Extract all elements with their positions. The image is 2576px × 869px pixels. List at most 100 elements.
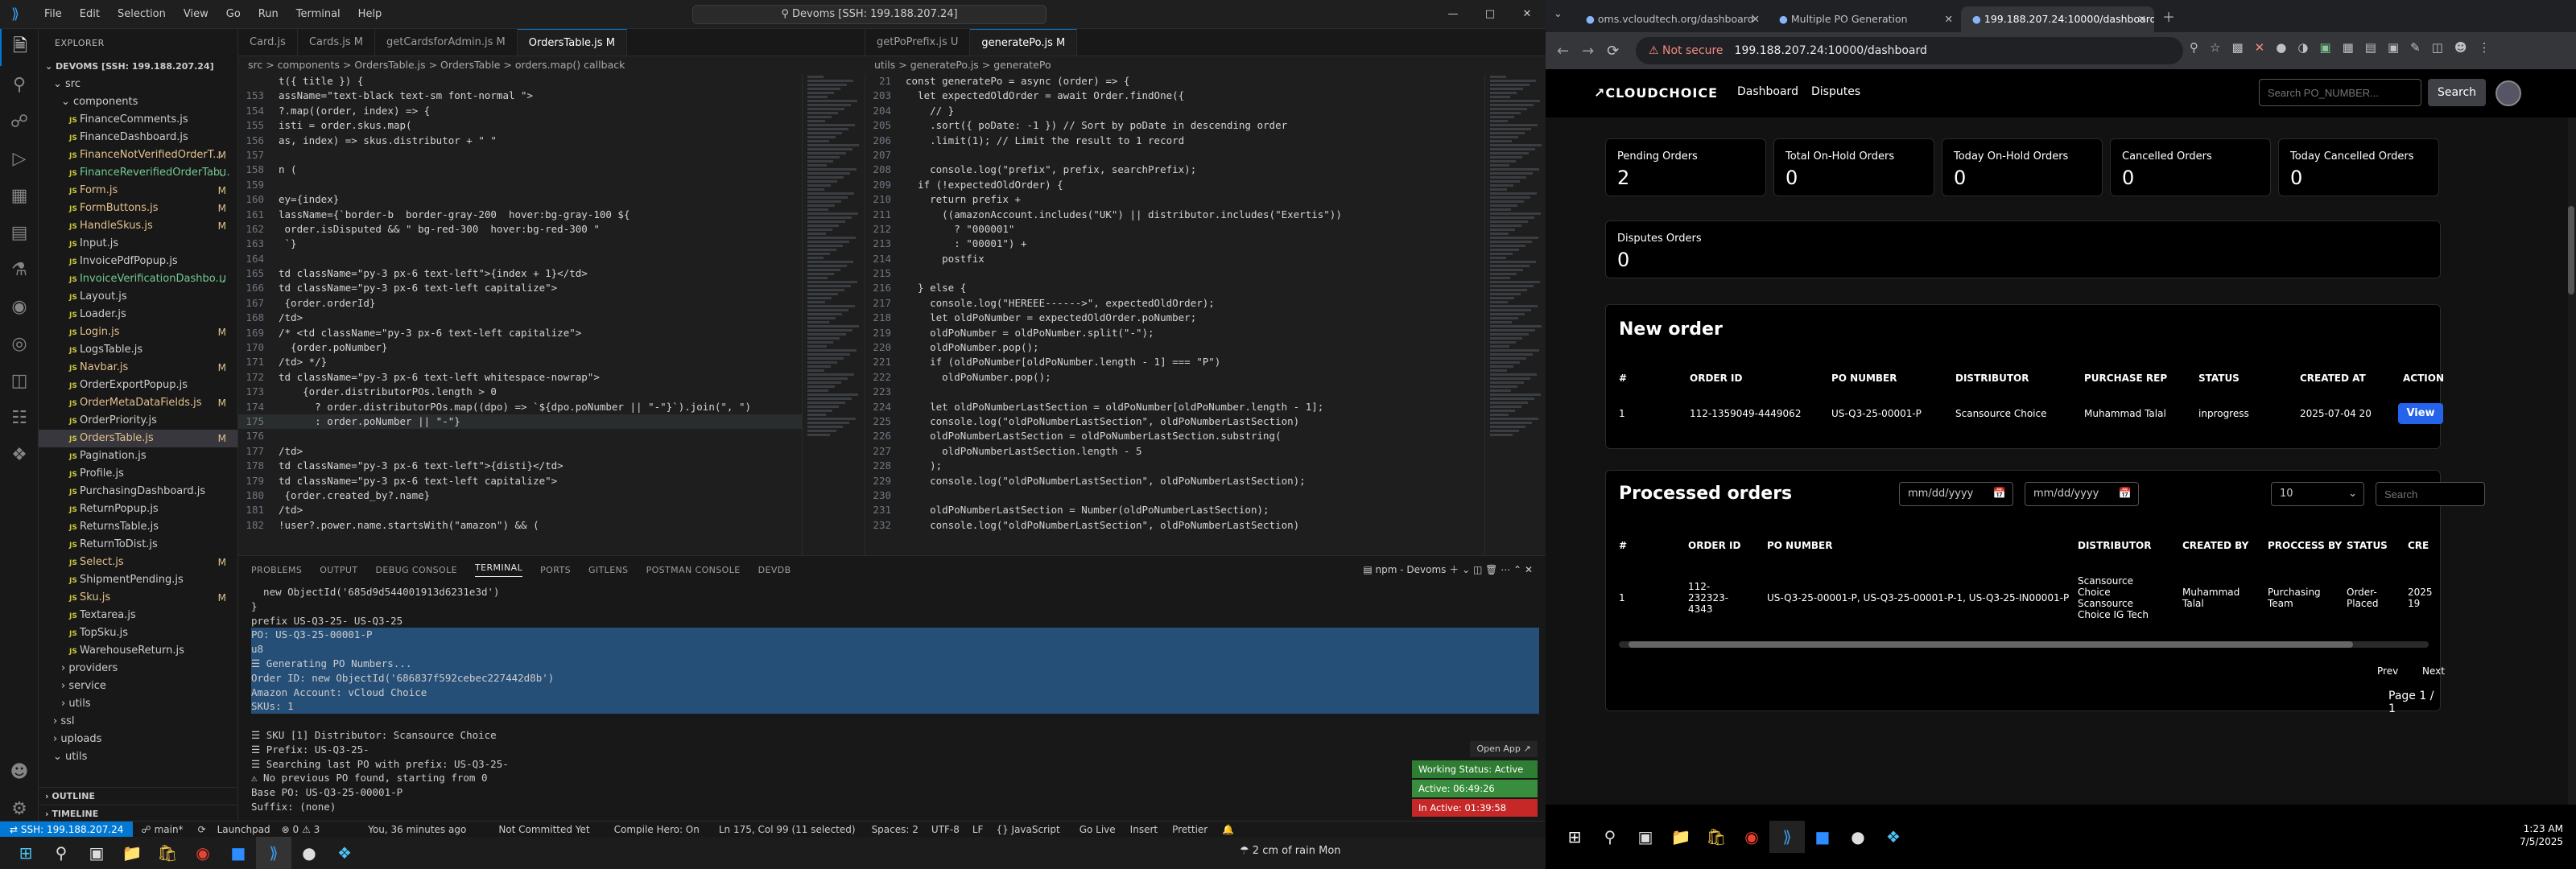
store-icon[interactable]: 🛍 [150,837,185,869]
tree-item[interactable]: JS FinanceReverifiedOrderTab... U [39,164,237,182]
right-code-editor[interactable]: 21 const generatePo = async (order) => {2… [865,74,1484,555]
app-icon[interactable]: ● [1840,821,1876,853]
cursor-position[interactable]: Ln 175, Col 99 (11 selected) [719,824,856,835]
left-minimap[interactable] [802,74,865,555]
tree-item[interactable]: JS ReturnPopup.js [39,500,237,518]
search-button[interactable]: Search [2428,79,2486,106]
reload-icon[interactable]: ⟳ [1607,43,1619,60]
more-icon[interactable]: ⋯ [1501,564,1510,575]
next-button[interactable]: Next [2422,665,2445,677]
right-minimap[interactable] [1484,74,1546,555]
editor-tab[interactable]: Card.js [238,29,298,56]
branch-indicator[interactable]: main* [155,824,184,835]
source-control-icon[interactable]: ☍ [0,103,39,140]
open-app-button[interactable]: Open App ↗ [1470,741,1538,757]
tree-item[interactable]: › providers [39,660,237,677]
left-breadcrumb[interactable]: src > components > OrdersTable.js > Orde… [238,56,802,74]
tree-item[interactable]: JS ReturnsTable.js [39,518,237,536]
split-icon[interactable]: ◫ [1473,564,1482,575]
postman-icon[interactable]: ◎ [0,325,39,362]
terminal-output[interactable]: new ObjectId('685d9d544001913d6231e3d')}… [251,585,1539,814]
new-tab-icon[interactable]: ＋ [2162,6,2175,26]
page-scrollbar-thumb[interactable] [2568,206,2574,294]
tree-item[interactable]: JS OrderPriority.js [39,412,237,430]
extensions-icon[interactable]: ▦ [0,177,39,214]
tree-item[interactable]: › service [39,677,237,695]
gitlens-icon[interactable]: ◉ [0,288,39,325]
workspace-root[interactable]: ⌄ DEVOMS [SSH: 199.188.207.24] [39,58,237,76]
browser-tab[interactable]: ● oms.vcloudtech.org/dashboard ✕ [1575,6,1768,32]
stat-card[interactable]: Total On-Hold Orders 0 [1773,138,1934,196]
zoom-icon[interactable]: ⚲ [2190,40,2198,55]
menu-item-selection[interactable]: Selection [109,8,175,20]
insert-mode[interactable]: Insert [1130,824,1158,835]
nav-disputes[interactable]: Disputes [1811,85,1860,98]
docker-icon[interactable]: ☷ [0,399,39,436]
tree-item[interactable]: › utils [39,695,237,713]
file-explorer-icon[interactable]: 📁 [1663,821,1699,853]
remote-indicator[interactable]: ⇄ SSH: 199.188.207.24 [0,821,134,837]
panel-tab-gitlens[interactable]: GITLENS [588,565,629,575]
account-icon[interactable]: ☻ [0,753,39,790]
bookmark-star-icon[interactable]: ☆ [2210,40,2220,55]
tree-item[interactable]: JS Sku.js M [39,589,237,607]
right-breadcrumb[interactable]: utils > generatePo.js > generatePo [865,56,1492,74]
extension6-icon[interactable]: ▦ [2343,40,2354,55]
tree-item[interactable]: JS InvoicePdfPopup.js [39,253,237,270]
prettier[interactable]: Prettier [1172,824,1208,835]
outline-section[interactable]: › OUTLINE [39,787,237,805]
extension1-icon[interactable]: ▩ [2231,40,2243,55]
end-date-input[interactable]: mm/dd/yyyy 📅 [2025,482,2139,506]
back-icon[interactable]: ← [1557,43,1569,60]
po-search-input[interactable] [2259,79,2421,106]
vscode-taskbar-icon[interactable]: ⟫ [256,837,291,869]
tree-item[interactable]: JS OrderMetaDataFields.js M [39,394,237,412]
go-live[interactable]: Go Live [1080,824,1116,835]
search-icon[interactable]: ⚲ [0,66,39,103]
menu-item-terminal[interactable]: Terminal [287,8,349,20]
clock[interactable]: 1:23 AM 7/5/2025 [2520,822,2563,848]
extension3-icon[interactable]: ● [2276,40,2286,55]
tree-item[interactable]: JS InvoiceVerificationDashbo... U [39,270,237,288]
tab-search-icon[interactable]: ⌄ [1554,8,1563,20]
extension8-icon[interactable]: ▣ [2388,40,2399,55]
per-page-select[interactable]: 10 ⌄ [2271,482,2364,506]
stat-card[interactable]: Today Cancelled Orders 0 [2278,138,2439,196]
close-icon[interactable]: ✕ [1509,0,1546,29]
search-icon[interactable]: ⚲ [1592,821,1628,853]
notifications-icon[interactable]: 🔔 [1222,824,1234,835]
windows-start-icon[interactable]: ⊞ [8,837,43,869]
close-tab-icon[interactable]: ✕ [1752,6,1760,32]
processed-search-input[interactable] [2376,482,2485,506]
language-mode[interactable]: {} JavaScript [996,824,1059,835]
menu-icon[interactable]: ⋮ [2479,40,2491,55]
tree-item[interactable]: JS TopSku.js [39,624,237,642]
horizontal-scrollbar[interactable] [1619,641,2429,648]
editor-tab[interactable]: getCardsforAdmin.js M [375,29,518,56]
app-logo[interactable]: ↗CLOUDCHOICE [1594,85,1718,101]
tree-item[interactable]: JS Layout.js [39,288,237,306]
launchpad-item[interactable]: Launchpad [217,824,270,835]
sidepanel-icon[interactable]: ◫ [2432,40,2443,55]
page-scrollbar[interactable] [2568,117,2576,805]
browser-tab[interactable]: ● 199.188.207.24:10000/dashboard ✕ [1961,6,2154,32]
start-date-input[interactable]: mm/dd/yyyy 📅 [1899,482,2013,506]
extension7-icon[interactable]: ▤ [2365,40,2376,55]
encoding[interactable]: UTF-8 [931,824,960,835]
problems-indicator[interactable]: ⊗ 0 ⚠ 3 [282,824,320,835]
close-panel-icon[interactable]: ✕ [1525,564,1533,575]
nav-dashboard[interactable]: Dashboard [1737,85,1798,98]
zoom-icon[interactable]: ■ [221,837,256,869]
stat-card[interactable]: Today On-Hold Orders 0 [1942,138,2103,196]
sync-icon[interactable]: ⟳ [198,824,206,835]
app2-icon[interactable]: ❖ [1876,821,1911,853]
forward-icon[interactable]: → [1582,43,1594,60]
menu-item-file[interactable]: File [35,8,71,20]
tree-item[interactable]: JS ShipmentPending.js [39,571,237,589]
tree-item[interactable]: JS OrdersTable.js M [39,430,237,447]
tree-item[interactable]: JS Profile.js [39,465,237,483]
tree-item[interactable]: JS Select.js M [39,554,237,571]
panel-tab-ports[interactable]: PORTS [540,565,571,575]
profile-icon[interactable]: ☻ [2454,40,2467,55]
command-center[interactable]: ⚲ Devoms [SSH: 199.188.207.24] [692,5,1046,24]
